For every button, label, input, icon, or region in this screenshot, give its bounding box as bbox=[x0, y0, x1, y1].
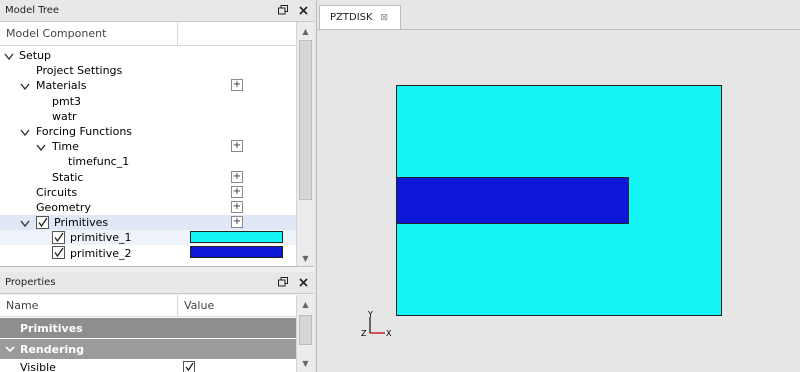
properties-panel: Name Value Primitives Rendering Visible … bbox=[0, 295, 314, 372]
tree-item-label: Setup bbox=[19, 49, 52, 63]
model-component-header: Model Component bbox=[0, 22, 178, 45]
value-column-header: Value bbox=[184, 299, 215, 312]
chevron-down-icon[interactable] bbox=[20, 127, 30, 137]
add-button[interactable]: + bbox=[231, 79, 243, 92]
visibility-checkbox[interactable] bbox=[52, 231, 65, 245]
tree-item[interactable]: pmt3 bbox=[0, 94, 296, 109]
float-icon[interactable] bbox=[276, 3, 290, 17]
tree-item-label: Static bbox=[52, 170, 84, 184]
tree-item[interactable]: primitive_2 bbox=[0, 245, 296, 260]
axis-triad-icon: Y Z X bbox=[361, 311, 392, 338]
tree-item[interactable]: primitive_1 bbox=[0, 230, 296, 246]
properties-scrollbar[interactable]: ▲ ▼ bbox=[296, 295, 314, 372]
tree-item[interactable]: timefunc_1 bbox=[0, 154, 296, 169]
tree-item-label: watr bbox=[52, 109, 77, 123]
group-primitives[interactable]: Primitives bbox=[0, 318, 296, 338]
model-tree-column-header: Model Component bbox=[0, 22, 296, 46]
tree-item[interactable]: Circuits + bbox=[0, 185, 296, 200]
axis-z-label: Z bbox=[361, 329, 367, 338]
color-swatch[interactable] bbox=[190, 231, 283, 244]
tree-item-label: Forcing Functions bbox=[36, 125, 133, 139]
tree-scrollbar[interactable]: ▲ ▼ bbox=[296, 22, 314, 266]
name-column-header: Name bbox=[0, 295, 178, 316]
visibility-checkbox[interactable] bbox=[52, 246, 65, 260]
model-tree: Model Component Setup Project Settings Mat… bbox=[0, 22, 314, 267]
scroll-thumb[interactable] bbox=[299, 40, 312, 200]
tree-item-label: Project Settings bbox=[36, 64, 123, 78]
scroll-down-icon[interactable]: ▼ bbox=[297, 356, 314, 370]
group-label: Rendering bbox=[20, 342, 84, 356]
scroll-down-icon[interactable]: ▼ bbox=[297, 251, 314, 265]
tree-item[interactable]: Time + bbox=[0, 139, 296, 154]
scroll-up-icon[interactable]: ▲ bbox=[297, 24, 314, 38]
scroll-up-icon[interactable]: ▲ bbox=[297, 297, 314, 311]
visibility-checkbox[interactable] bbox=[36, 216, 49, 230]
model-tree-title: Model Tree bbox=[5, 5, 60, 16]
tree-item-label: Time bbox=[52, 140, 79, 154]
property-row-visible: Visible bbox=[0, 360, 296, 372]
axis-y-label: Y bbox=[367, 311, 373, 319]
properties-header: Name Value bbox=[0, 295, 296, 317]
tree-item[interactable]: Setup bbox=[0, 48, 296, 63]
tree-item[interactable]: Materials + bbox=[0, 78, 296, 93]
close-icon[interactable] bbox=[296, 275, 310, 289]
tree-item-label: timefunc_1 bbox=[68, 155, 130, 169]
left-column: Model Tree Model Component Setup Project … bbox=[0, 0, 314, 372]
property-name: Visible bbox=[20, 360, 56, 372]
tree-item-label: primitive_1 bbox=[70, 231, 132, 245]
tree-item[interactable]: Project Settings bbox=[0, 63, 296, 78]
tree-item-label: pmt3 bbox=[52, 94, 82, 108]
tree-item[interactable]: Static + bbox=[0, 170, 296, 185]
tree-item[interactable]: watr bbox=[0, 109, 296, 124]
properties-titlebar: Properties bbox=[0, 272, 314, 294]
model-tree-rows: Setup Project Settings Materials + pmt3 watr F… bbox=[0, 48, 296, 261]
axis-x-label: X bbox=[386, 329, 392, 338]
tree-item-label: Circuits bbox=[36, 185, 78, 199]
add-button[interactable]: + bbox=[231, 216, 243, 229]
tree-item[interactable]: Primitives + bbox=[0, 215, 296, 231]
tree-item[interactable]: Forcing Functions bbox=[0, 124, 296, 139]
group-rendering[interactable]: Rendering bbox=[0, 339, 296, 359]
color-swatch[interactable] bbox=[190, 246, 283, 259]
tab-pztdisk[interactable]: PZTDISK ⊠ bbox=[319, 5, 401, 29]
add-button[interactable]: + bbox=[231, 140, 243, 153]
tree-item-label: Geometry bbox=[36, 200, 91, 214]
tree-item-label: Materials bbox=[36, 79, 87, 93]
model-viewport[interactable]: Y Z X bbox=[317, 29, 800, 372]
tree-item[interactable]: Geometry + bbox=[0, 200, 296, 215]
add-button[interactable]: + bbox=[231, 185, 243, 198]
primitive-2-shape[interactable] bbox=[396, 177, 629, 224]
close-tab-icon[interactable]: ⊠ bbox=[381, 13, 389, 23]
chevron-down-icon[interactable] bbox=[20, 81, 30, 91]
chevron-down-icon[interactable] bbox=[20, 218, 30, 228]
group-label: Primitives bbox=[20, 321, 83, 335]
scroll-thumb[interactable] bbox=[299, 315, 312, 345]
chevron-down-icon[interactable] bbox=[4, 51, 14, 61]
editor-area: PZTDISK ⊠ Y Z X bbox=[316, 0, 800, 372]
properties-title: Properties bbox=[5, 277, 56, 288]
chevron-down-icon[interactable] bbox=[36, 142, 46, 152]
add-button[interactable]: + bbox=[231, 170, 243, 183]
model-tree-titlebar: Model Tree bbox=[0, 0, 314, 22]
tree-item-label: primitive_2 bbox=[70, 246, 132, 260]
chevron-down-icon[interactable] bbox=[0, 345, 20, 353]
add-button[interactable]: + bbox=[231, 200, 243, 213]
tree-item-label: Primitives bbox=[54, 216, 109, 230]
tab-label: PZTDISK bbox=[330, 12, 373, 23]
visible-checkbox[interactable] bbox=[183, 361, 195, 372]
float-icon[interactable] bbox=[276, 275, 290, 289]
close-icon[interactable] bbox=[296, 3, 310, 17]
